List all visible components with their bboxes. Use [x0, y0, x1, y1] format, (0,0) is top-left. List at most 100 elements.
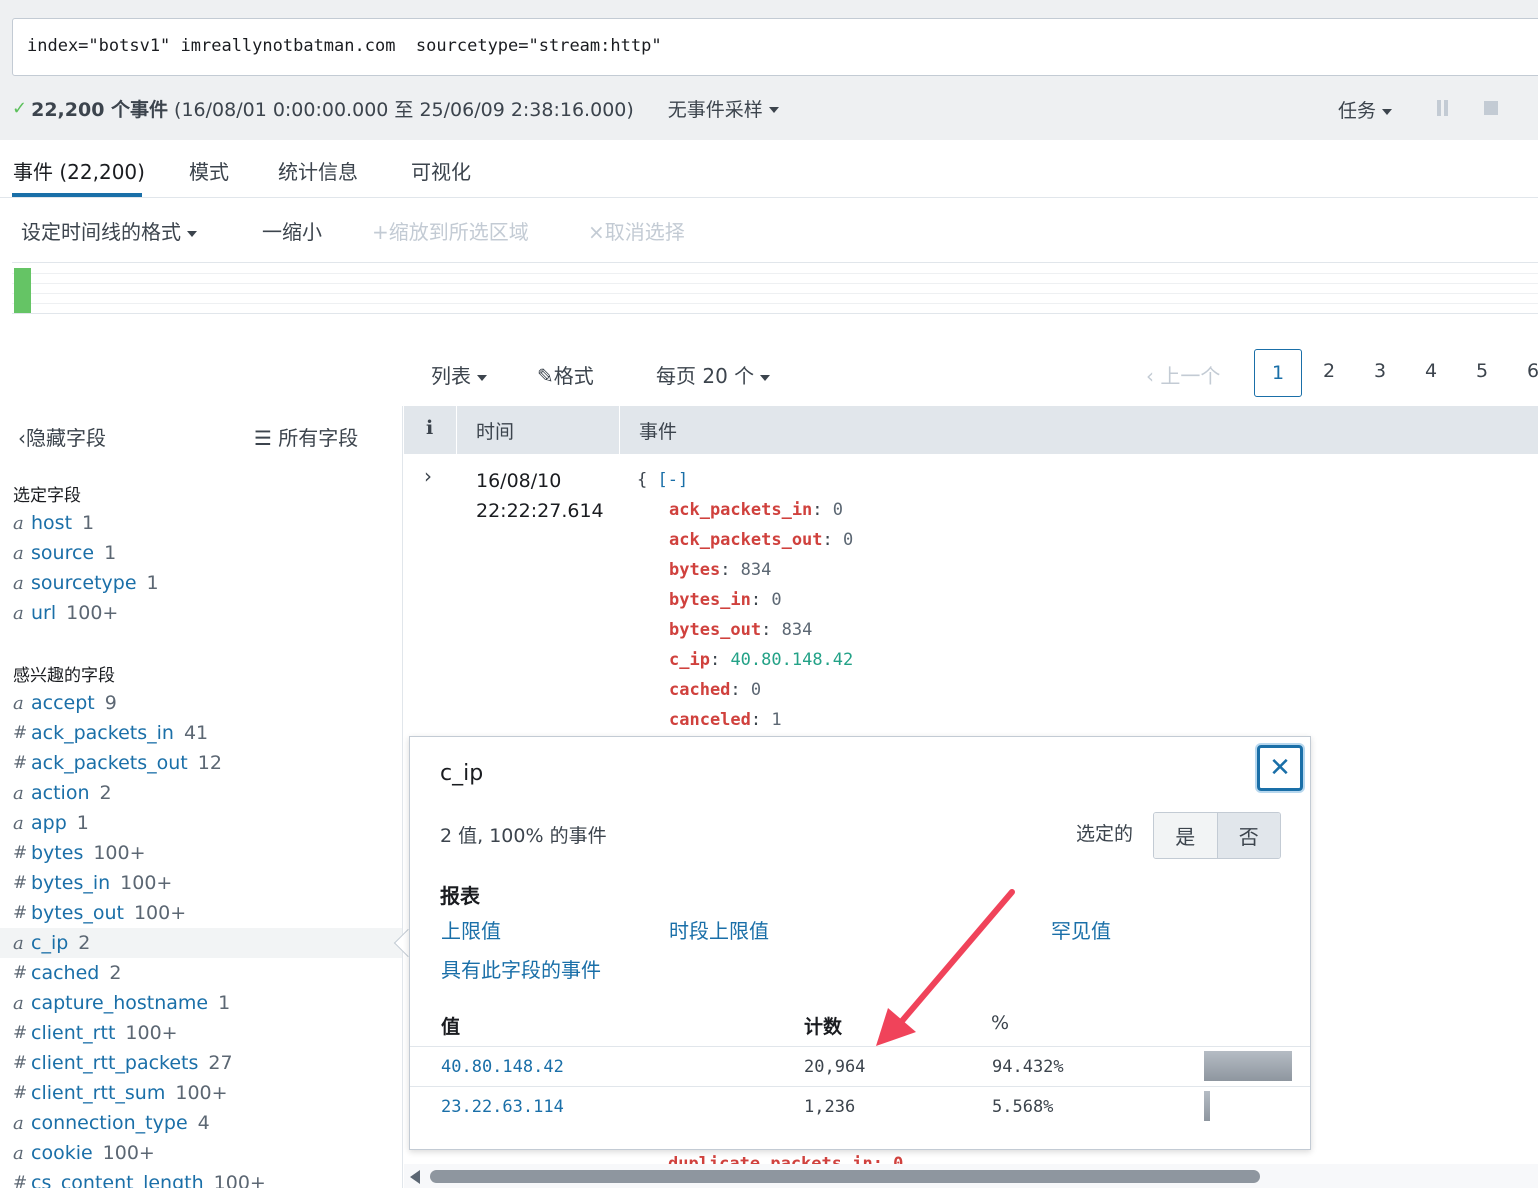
json-value[interactable]: 0 — [843, 530, 853, 550]
prev-page-button[interactable]: ‹ 上一个 — [1146, 360, 1220, 389]
field-accept[interactable]: a accept 9 — [0, 688, 402, 718]
field-url[interactable]: a url 100+ — [0, 598, 402, 628]
field-client-rtt[interactable]: # client_rtt 100+ — [0, 1018, 402, 1048]
json-key[interactable]: cached — [669, 680, 730, 700]
json-value[interactable]: 1 — [771, 710, 781, 730]
json-value[interactable]: 0 — [751, 680, 761, 700]
rare-values-link[interactable]: 罕见值 — [1051, 915, 1111, 944]
field-host[interactable]: a host 1 — [0, 508, 402, 538]
info-column-header: i — [426, 417, 434, 439]
count-column-header: 计数 — [804, 1016, 843, 1038]
deselect-button[interactable]: ×取消选择 — [588, 216, 685, 245]
hide-fields-button[interactable]: ‹隐藏字段 — [18, 422, 106, 451]
jobs-dropdown[interactable]: 任务 — [1338, 96, 1393, 123]
field-name: cached — [31, 962, 100, 984]
timeline-bar[interactable] — [14, 268, 31, 313]
page-2-button[interactable]: 2 — [1323, 360, 1335, 382]
field-count: 100+ — [125, 1022, 178, 1044]
field-cookie[interactable]: a cookie 100+ — [0, 1138, 402, 1168]
page-4-button[interactable]: 4 — [1425, 360, 1437, 382]
numeric-type-icon: # — [13, 963, 28, 983]
tab-visualization[interactable]: 可视化 — [411, 156, 471, 185]
json-value[interactable]: 0 — [833, 500, 843, 520]
sampling-dropdown[interactable]: 无事件采样 — [668, 95, 779, 122]
top-values-link[interactable]: 上限值 — [441, 915, 501, 944]
string-type-icon: a — [13, 932, 24, 954]
time-column-header[interactable]: 时间 — [476, 417, 514, 444]
format-button[interactable]: ✎格式 — [537, 360, 594, 389]
field-ack-packets-in[interactable]: # ack_packets_in 41 — [0, 718, 402, 748]
timeline-toolbar: 设定时间线的格式 一缩小 +缩放到所选区域 ×取消选择 — [0, 198, 1538, 258]
value-row[interactable]: 23.22.63.114 1,236 5.568% — [410, 1086, 1310, 1126]
field-app[interactable]: a app 1 — [0, 808, 402, 838]
scroll-left-icon[interactable] — [410, 1170, 420, 1184]
field-name: ack_packets_in — [31, 722, 174, 744]
field-name: c_ip — [31, 932, 69, 954]
field-ack-packets-out[interactable]: # ack_packets_out 12 — [0, 748, 402, 778]
top-values-by-time-link[interactable]: 时段上限值 — [669, 915, 769, 944]
all-fields-button[interactable]: ☰ 所有字段 — [254, 422, 358, 451]
json-open: { [-] — [637, 470, 688, 490]
json-key[interactable]: c_ip — [669, 650, 710, 670]
tab-statistics[interactable]: 统计信息 — [278, 156, 358, 185]
search-input[interactable]: index="botsv1" imreallynotbatman.com sou… — [12, 18, 1538, 76]
json-key[interactable]: bytes_in — [669, 590, 751, 610]
expand-chevron-icon[interactable]: › — [424, 464, 432, 488]
percent-cell: 94.432% — [992, 1057, 1064, 1077]
json-value[interactable]: 834 — [782, 620, 813, 640]
timeline-gridline — [12, 273, 1538, 274]
scrollbar-thumb[interactable] — [430, 1170, 1260, 1183]
field-connection-type[interactable]: a connection_type 4 — [0, 1108, 402, 1138]
json-key[interactable]: ack_packets_in — [669, 500, 812, 520]
numeric-type-icon: # — [13, 1083, 28, 1103]
zoom-out-button[interactable]: 一缩小 — [262, 216, 322, 245]
field-source[interactable]: a source 1 — [0, 538, 402, 568]
json-value[interactable]: 40.80.148.42 — [730, 650, 853, 670]
field-cached[interactable]: # cached 2 — [0, 958, 402, 988]
field-client-rtt-packets[interactable]: # client_rtt_packets 27 — [0, 1048, 402, 1078]
timeline-gridline — [12, 293, 1538, 294]
selected-yes-button[interactable]: 是 — [1154, 813, 1218, 858]
page-6-button[interactable]: 6 — [1527, 360, 1538, 382]
json-value[interactable]: 834 — [741, 560, 772, 580]
field-bytes[interactable]: # bytes 100+ — [0, 838, 402, 868]
json-key[interactable]: bytes — [669, 560, 720, 580]
event-time[interactable]: 16/08/10 22:22:27.614 — [476, 466, 604, 526]
tab-events[interactable]: 事件 (22,200) — [13, 156, 145, 185]
page-3-button[interactable]: 3 — [1374, 360, 1386, 382]
field-count: 100+ — [102, 1142, 155, 1164]
timeline-chart[interactable] — [12, 262, 1538, 314]
field-count: 100+ — [213, 1172, 266, 1188]
list-dropdown[interactable]: 列表 — [431, 360, 487, 389]
stop-icon[interactable] — [1484, 101, 1498, 115]
numeric-type-icon: # — [13, 753, 28, 773]
zoom-selection-button[interactable]: +缩放到所选区域 — [372, 216, 529, 245]
value-row[interactable]: 40.80.148.42 20,964 94.432% — [410, 1046, 1310, 1086]
per-page-dropdown[interactable]: 每页 20 个 — [656, 360, 771, 389]
field-bytes-in[interactable]: # bytes_in 100+ — [0, 868, 402, 898]
json-collapse-toggle[interactable]: [-] — [658, 470, 689, 490]
tab-patterns[interactable]: 模式 — [189, 156, 229, 185]
field-cs-content-length[interactable]: # cs_content_length 100+ — [0, 1168, 402, 1188]
field-name: client_rtt_sum — [31, 1082, 166, 1104]
timeline-format-dropdown[interactable]: 设定时间线的格式 — [21, 216, 197, 245]
json-colon: : — [730, 680, 751, 700]
page-1-button[interactable]: 1 — [1254, 349, 1302, 397]
json-key[interactable]: bytes_out — [669, 620, 761, 640]
selected-no-button[interactable]: 否 — [1217, 813, 1280, 858]
events-with-field-link[interactable]: 具有此字段的事件 — [441, 954, 601, 983]
page-5-button[interactable]: 5 — [1476, 360, 1488, 382]
json-key[interactable]: ack_packets_out — [669, 530, 823, 550]
json-value[interactable]: 0 — [771, 590, 781, 610]
field-client-rtt-sum[interactable]: # client_rtt_sum 100+ — [0, 1078, 402, 1108]
field-capture-hostname[interactable]: a capture_hostname 1 — [0, 988, 402, 1018]
field-c-ip[interactable]: a c_ip 2 — [0, 928, 402, 958]
field-sourcetype[interactable]: a sourcetype 1 — [0, 568, 402, 598]
field-action[interactable]: a action 2 — [0, 778, 402, 808]
string-type-icon: a — [13, 512, 24, 534]
field-bytes-out[interactable]: # bytes_out 100+ — [0, 898, 402, 928]
pause-icon[interactable] — [1437, 100, 1449, 116]
pencil-icon: ✎ — [537, 364, 554, 388]
close-button[interactable]: ✕ — [1257, 745, 1303, 791]
json-key[interactable]: canceled — [669, 710, 751, 730]
